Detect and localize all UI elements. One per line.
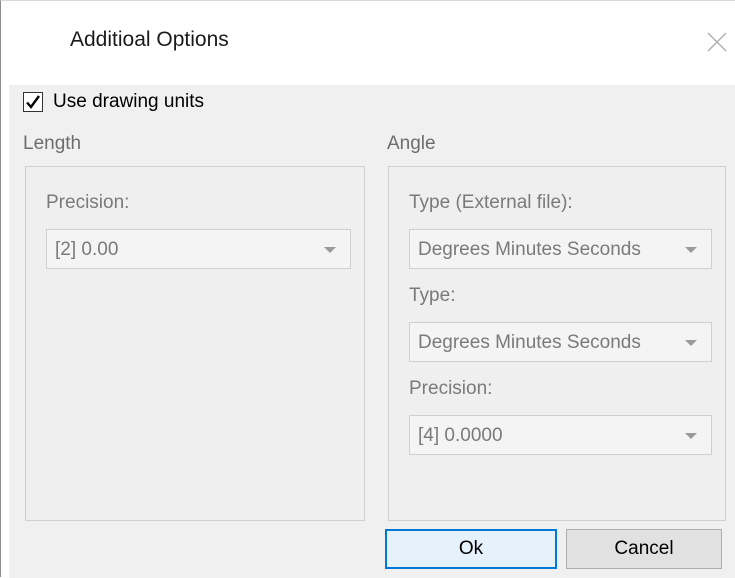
length-panel: Precision: [2] 0.00 [25, 166, 365, 521]
close-button[interactable] [700, 25, 732, 57]
checkmark-icon [26, 95, 40, 109]
chevron-down-icon [685, 340, 697, 346]
angle-precision-label: Precision: [409, 378, 493, 399]
angle-type-label: Type: [409, 285, 456, 306]
chevron-down-icon [685, 433, 697, 439]
length-precision-label: Precision: [46, 192, 130, 213]
use-drawing-units-checkbox[interactable]: Use drawing units [23, 89, 204, 115]
dialog-title: Additioal Options [70, 28, 229, 51]
additional-options-dialog: Additioal Options Use drawing units Leng… [0, 0, 735, 578]
angle-type-external-label: Type (External file): [409, 192, 573, 213]
angle-type-external-dropdown[interactable]: Degrees Minutes Seconds [409, 229, 712, 269]
angle-type-value: Degrees Minutes Seconds [418, 332, 641, 353]
angle-precision-value: [4] 0.0000 [418, 425, 503, 446]
length-group-label: Length [23, 133, 82, 154]
angle-precision-dropdown[interactable]: [4] 0.0000 [409, 415, 712, 455]
cancel-button[interactable]: Cancel [566, 529, 722, 569]
length-precision-dropdown[interactable]: [2] 0.00 [46, 229, 351, 269]
chevron-down-icon [324, 247, 336, 253]
angle-group-label: Angle [387, 133, 436, 154]
title-bar: Additioal Options [2, 1, 735, 85]
angle-type-external-value: Degrees Minutes Seconds [418, 239, 641, 260]
angle-type-dropdown[interactable]: Degrees Minutes Seconds [409, 322, 712, 362]
angle-panel: Type (External file): Degrees Minutes Se… [388, 166, 726, 521]
ok-button[interactable]: Ok [385, 529, 557, 569]
use-drawing-units-label: Use drawing units [53, 91, 205, 112]
length-precision-value: [2] 0.00 [55, 239, 119, 260]
checkbox-box[interactable] [23, 92, 43, 112]
close-icon [707, 32, 727, 52]
chevron-down-icon [685, 247, 697, 253]
